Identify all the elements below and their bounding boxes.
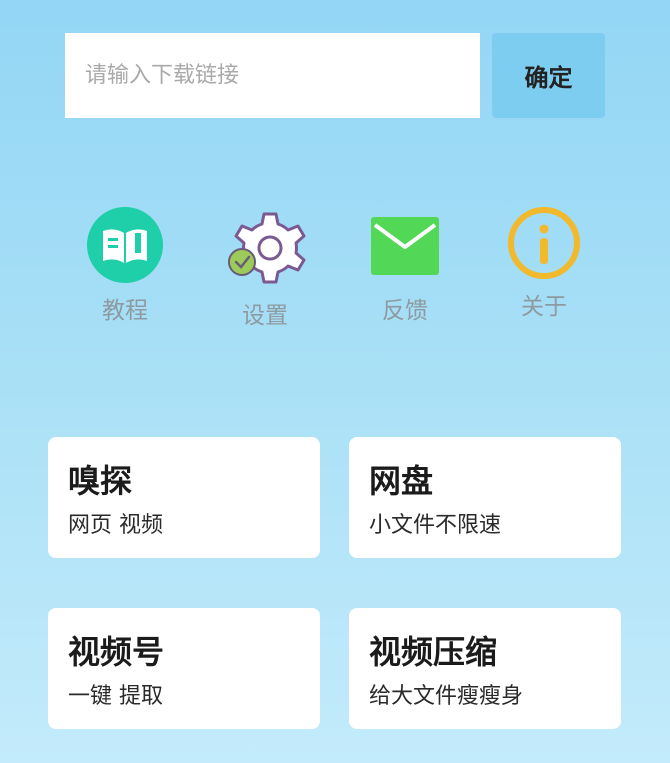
card-netdisk[interactable]: 网盘 小文件不限速 (349, 437, 621, 558)
download-link-input[interactable] (65, 33, 480, 118)
quick-action-feedback[interactable]: 反馈 (350, 205, 460, 335)
quick-action-tutorial[interactable]: 教程 (70, 205, 180, 335)
card-subtitle: 一键 提取 (68, 684, 163, 709)
book-icon (87, 207, 163, 283)
info-icon (508, 207, 580, 279)
quick-action-label: 设置 (242, 303, 288, 329)
card-title: 视频压缩 (369, 633, 498, 671)
quick-action-settings[interactable]: 设置 (210, 210, 320, 340)
card-video-compress[interactable]: 视频压缩 给大文件瘦瘦身 (349, 608, 621, 729)
quick-action-label: 反馈 (382, 298, 428, 324)
card-subtitle: 给大文件瘦瘦身 (369, 684, 524, 709)
card-channels-video[interactable]: 视频号 一键 提取 (48, 608, 320, 729)
card-sniff[interactable]: 嗅探 网页 视频 (48, 437, 320, 558)
card-subtitle: 网页 视频 (68, 513, 163, 538)
confirm-button[interactable]: 确定 (492, 33, 605, 118)
card-title: 视频号 (68, 633, 165, 671)
card-subtitle: 小文件不限速 (369, 513, 502, 538)
card-title: 嗅探 (68, 462, 133, 500)
gear-icon (228, 212, 306, 284)
mail-icon (371, 217, 439, 275)
quick-action-label: 关于 (521, 294, 567, 320)
card-title: 网盘 (369, 462, 434, 500)
quick-action-label: 教程 (102, 298, 148, 324)
quick-action-about[interactable]: 关于 (489, 205, 599, 335)
